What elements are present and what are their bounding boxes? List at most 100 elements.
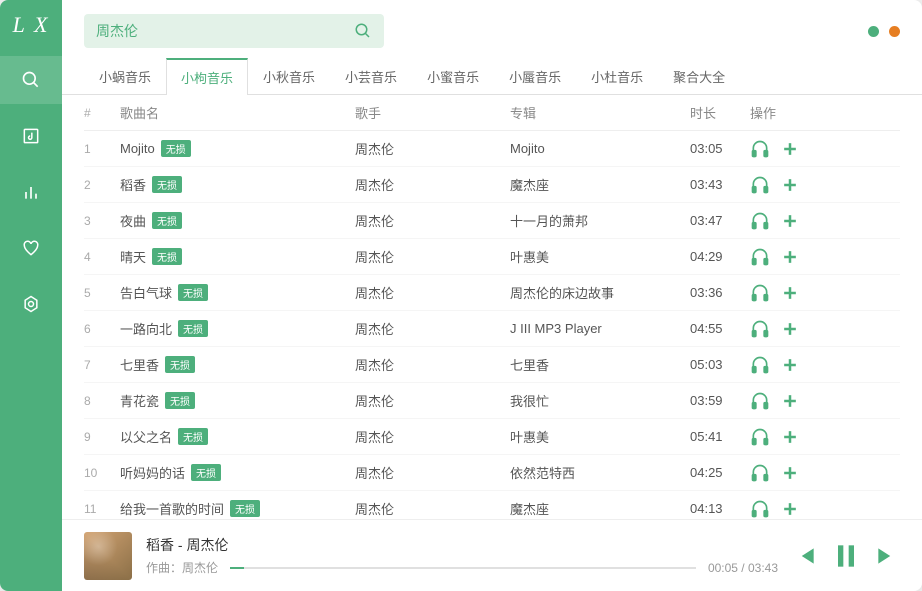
table-row[interactable]: 7七里香无损周杰伦七里香05:03 [84,347,900,383]
row-duration: 03:47 [690,213,750,228]
add-track-button[interactable] [780,247,800,267]
search-input[interactable] [96,23,354,39]
row-album: 魔杰座 [510,499,690,518]
play-track-button[interactable] [750,355,770,375]
row-name: 晴天无损 [120,247,355,266]
headphone-icon [750,499,770,519]
tab-source-4[interactable]: 小蜜音乐 [412,58,494,95]
add-track-button[interactable] [780,283,800,303]
col-artist: 歌手 [355,103,510,122]
table-row[interactable]: 3夜曲无损周杰伦十一月的萧邦03:47 [84,203,900,239]
search-button[interactable] [354,22,372,40]
add-track-button[interactable] [780,175,800,195]
chart-icon [21,182,41,202]
row-name: 一路向北无损 [120,319,355,338]
col-duration: 时长 [690,103,750,122]
row-album: 七里香 [510,355,690,374]
headphone-icon [750,283,770,303]
row-artist: 周杰伦 [355,139,510,158]
headphone-icon [750,211,770,231]
add-track-button[interactable] [780,427,800,447]
add-track-button[interactable] [780,391,800,411]
close-dot[interactable] [889,26,900,37]
nav-stats[interactable] [0,168,62,216]
table-row[interactable]: 4晴天无损周杰伦叶惠美04:29 [84,239,900,275]
progress-bar[interactable] [230,567,696,569]
play-track-button[interactable] [750,247,770,267]
row-duration: 03:36 [690,285,750,300]
tab-source-5[interactable]: 小蜃音乐 [494,58,576,95]
add-track-button[interactable] [780,499,800,519]
search-icon [354,22,372,40]
row-name: 七里香无损 [120,355,355,374]
play-track-button[interactable] [750,391,770,411]
row-index: 6 [84,322,120,336]
row-artist: 周杰伦 [355,211,510,230]
table-row[interactable]: 8青花瓷无损周杰伦我很忙03:59 [84,383,900,419]
row-index: 11 [84,502,120,516]
row-artist: 周杰伦 [355,283,510,302]
play-track-button[interactable] [750,319,770,339]
row-actions [750,175,830,195]
table-row[interactable]: 10听妈妈的话无损周杰伦依然范特西04:25 [84,455,900,491]
quality-badge: 无损 [178,284,208,301]
tab-source-0[interactable]: 小蜗音乐 [84,58,166,95]
add-track-button[interactable] [780,463,800,483]
search-icon [21,70,41,90]
quality-badge: 无损 [178,320,208,337]
play-track-button[interactable] [750,463,770,483]
table-row[interactable]: 6一路向北无损周杰伦J III MP3 Player04:55 [84,311,900,347]
quality-badge: 无损 [152,248,182,265]
row-actions [750,391,830,411]
table-row[interactable]: 1Mojito无损周杰伦Mojito03:05 [84,131,900,167]
row-duration: 03:43 [690,177,750,192]
track-info: 稻香 - 周杰伦 作曲：周杰伦 00:05 / 03:43 [146,535,778,576]
prev-button[interactable] [792,543,818,569]
add-track-button[interactable] [780,319,800,339]
play-track-button[interactable] [750,175,770,195]
tab-source-7[interactable]: 聚合大全 [658,58,740,95]
album-cover[interactable] [84,532,132,580]
row-actions [750,139,830,159]
header [62,0,922,58]
add-track-button[interactable] [780,139,800,159]
row-artist: 周杰伦 [355,175,510,194]
row-name: 青花瓷无损 [120,391,355,410]
table-row[interactable]: 2稻香无损周杰伦魔杰座03:43 [84,167,900,203]
row-name: 以父之名无损 [120,427,355,446]
quality-badge: 无损 [191,464,221,481]
table-row[interactable]: 11给我一首歌的时间无损周杰伦魔杰座04:13 [84,491,900,519]
minimize-dot[interactable] [868,26,879,37]
row-actions [750,499,830,519]
row-name: Mojito无损 [120,140,355,157]
add-track-button[interactable] [780,355,800,375]
tab-source-3[interactable]: 小芸音乐 [330,58,412,95]
tab-source-2[interactable]: 小秋音乐 [248,58,330,95]
quality-badge: 无损 [152,212,182,229]
table-row[interactable]: 9以父之名无损周杰伦叶惠美05:41 [84,419,900,455]
play-track-button[interactable] [750,211,770,231]
nav-playlist[interactable] [0,112,62,160]
pause-button[interactable] [830,540,862,572]
row-index: 3 [84,214,120,228]
table-row[interactable]: 5告白气球无损周杰伦周杰伦的床边故事03:36 [84,275,900,311]
nav-settings[interactable] [0,280,62,328]
search-box[interactable] [84,14,384,48]
play-track-button[interactable] [750,499,770,519]
tab-source-1[interactable]: 小枸音乐 [166,58,248,95]
row-index: 4 [84,250,120,264]
row-actions [750,355,830,375]
nav-search[interactable] [0,56,62,104]
skip-back-icon [792,543,818,569]
next-button[interactable] [874,543,900,569]
player-controls [792,540,900,572]
play-track-button[interactable] [750,139,770,159]
row-duration: 03:05 [690,141,750,156]
play-track-button[interactable] [750,283,770,303]
nav-favorites[interactable] [0,224,62,272]
tab-source-6[interactable]: 小杜音乐 [576,58,658,95]
plus-icon [780,139,800,159]
app-window: L X 小蜗音乐小 [0,0,922,591]
play-track-button[interactable] [750,427,770,447]
add-track-button[interactable] [780,211,800,231]
